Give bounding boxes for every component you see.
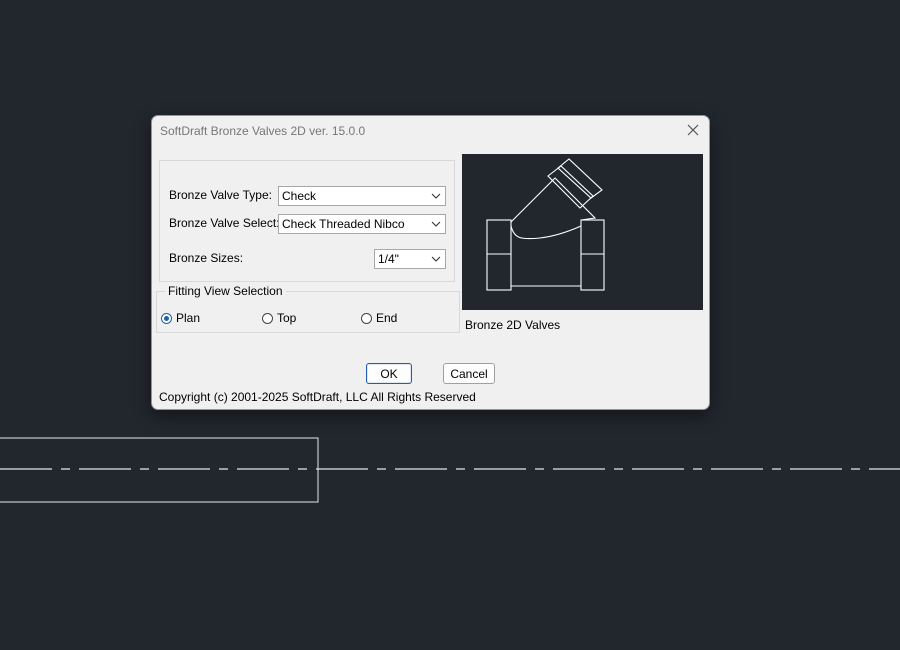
valve-options-group: Bronze Valve Type: Check Bronze Valve Se…	[159, 160, 455, 282]
chevron-down-icon	[431, 221, 441, 227]
valve-dialog: SoftDraft Bronze Valves 2D ver. 15.0.0 B…	[151, 115, 710, 410]
dialog-titlebar[interactable]: SoftDraft Bronze Valves 2D ver. 15.0.0	[152, 116, 709, 146]
valve-select-value: Check Threaded Nibco	[282, 217, 405, 231]
sizes-value: 1/4"	[378, 252, 399, 266]
cad-rectangle	[0, 437, 319, 503]
copyright-text: Copyright (c) 2001-2025 SoftDraft, LLC A…	[159, 390, 476, 404]
fitting-view-title: Fitting View Selection	[165, 284, 286, 298]
close-icon[interactable]	[685, 122, 701, 138]
valve-select-label: Bronze Valve Select:	[169, 216, 280, 230]
radio-plan[interactable]: Plan	[161, 311, 200, 325]
radio-top-label: Top	[277, 311, 297, 325]
chevron-down-icon	[431, 193, 441, 199]
radio-end-label: End	[376, 311, 398, 325]
fitting-view-group: Fitting View Selection Plan Top End	[156, 284, 460, 333]
cancel-button[interactable]: Cancel	[443, 363, 495, 384]
radio-top[interactable]: Top	[262, 311, 296, 325]
valve-type-value: Check	[282, 189, 317, 203]
radio-unselected-icon	[361, 312, 372, 324]
check-valve-icon	[486, 158, 605, 291]
valve-select-dropdown[interactable]: Check Threaded Nibco	[278, 214, 446, 234]
radio-plan-label: Plan	[176, 311, 201, 325]
sizes-dropdown[interactable]: 1/4"	[374, 249, 446, 269]
valve-type-dropdown[interactable]: Check	[278, 186, 446, 206]
radio-end[interactable]: End	[361, 311, 397, 325]
chevron-down-icon	[431, 256, 441, 262]
radio-selected-icon	[161, 312, 172, 324]
ok-button[interactable]: OK	[366, 363, 412, 384]
dialog-title: SoftDraft Bronze Valves 2D ver. 15.0.0	[160, 124, 366, 138]
radio-unselected-icon	[262, 312, 273, 324]
preview-caption: Bronze 2D Valves	[465, 318, 561, 332]
valve-preview	[462, 154, 703, 310]
sizes-label: Bronze Sizes:	[169, 251, 244, 265]
valve-type-label: Bronze Valve Type:	[169, 188, 272, 202]
